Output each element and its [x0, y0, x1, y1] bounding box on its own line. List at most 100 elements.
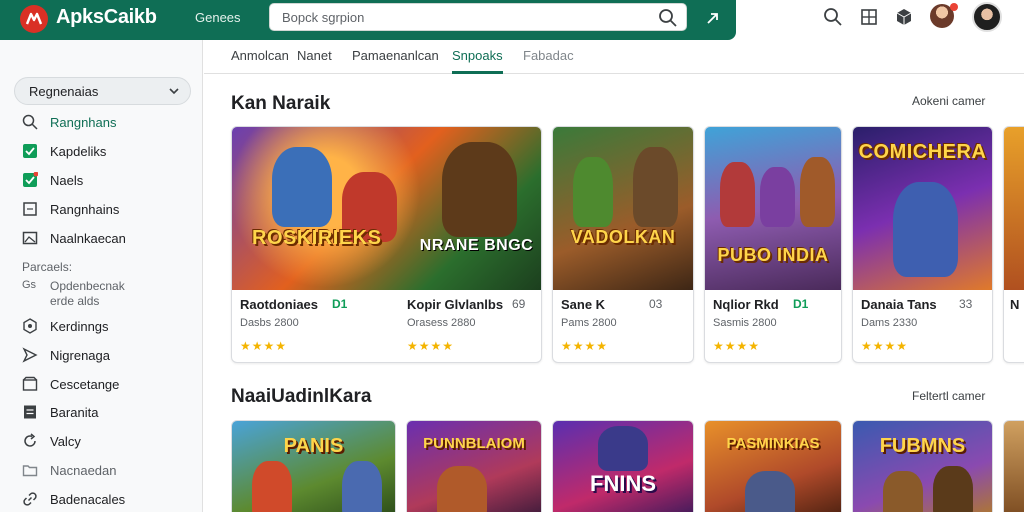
game-count: 33 — [959, 297, 973, 311]
sidebar-item-4[interactable]: Naalnkaecan — [22, 227, 126, 249]
sidebar-item-label: Valcy — [50, 433, 81, 449]
game-card[interactable]: FUBMNS — [852, 420, 993, 512]
game-card[interactable]: ROSKIRIEKS NRANE BNGC Raotdoniaes D1 Das… — [231, 126, 542, 363]
rating-stars: ★★★★ — [240, 339, 288, 353]
game-art — [1004, 127, 1024, 290]
game-card[interactable]: COMICHERA Danaia Tans 33 Dams 2330 ★★★★ — [852, 126, 993, 363]
box-icon — [22, 376, 38, 391]
search-input[interactable] — [282, 7, 652, 27]
sidebar-item-refresh[interactable]: Valcy — [22, 430, 81, 452]
search-icon[interactable] — [823, 7, 843, 27]
game-subtitle: Pams 2800 — [561, 317, 617, 329]
category-select[interactable]: Regnenaias — [14, 77, 191, 105]
game-art-title: PUNNBLAIOM — [423, 435, 525, 452]
game-card[interactable]: FNINS — [552, 420, 694, 512]
game-name: Raotdoniaes — [240, 297, 319, 312]
sidebar-item-label: Cescetange — [50, 376, 120, 392]
sidebar-item-label: Kerdinngs — [50, 318, 109, 334]
app-logo-icon[interactable] — [20, 5, 48, 33]
profile-avatar[interactable] — [972, 2, 1002, 32]
game-badge: D1 — [332, 297, 348, 311]
rating-stars: ★★★★ — [861, 339, 909, 353]
check-box-icon — [23, 144, 37, 158]
rating-stars: ★★★★ — [407, 339, 455, 353]
link-icon — [23, 492, 37, 506]
sidebar-item-label: Nacnaedan — [50, 462, 117, 478]
rating-stars: ★★★★ — [561, 339, 609, 353]
game-name: Danaia Tans — [861, 297, 937, 312]
game-name: Nqlior Rkd — [713, 297, 779, 312]
tab-0[interactable]: Anmolcan — [231, 48, 289, 74]
game-name: N — [1010, 297, 1020, 312]
game-card[interactable]: PASMINKIAS — [704, 420, 842, 512]
sidebar-item-doc[interactable]: Baranita — [22, 401, 98, 423]
sidebar-item-label: Rangnhans — [50, 114, 117, 130]
game-art-title: PANIS — [283, 435, 344, 457]
tab-2[interactable]: Pamaenanlcan — [352, 48, 439, 74]
notification-badge — [950, 3, 958, 11]
section-title: Kan Naraik — [231, 93, 331, 114]
search-bar — [269, 3, 687, 31]
square-icon — [23, 202, 37, 216]
sidebar-item-settings[interactable]: Kerdinngs — [22, 315, 109, 337]
game-art-title: PASMINKIAS — [726, 435, 820, 452]
sidebar-item-link[interactable]: Badenacales — [22, 488, 125, 510]
tab-1[interactable]: Nanet — [297, 48, 332, 74]
game-art: VADOLKAN — [553, 127, 693, 290]
game-card[interactable]: PANIS — [231, 420, 396, 512]
see-more-link[interactable]: Feltertl camer — [912, 389, 985, 403]
game-subtitle: Dasbs 2800 — [240, 317, 299, 329]
sidebar-item-send[interactable]: Nigrenaga — [22, 344, 110, 366]
game-card[interactable]: PUBO INDIA Nqlior Rkd D1 Sasmis 2800 ★★★… — [704, 126, 842, 363]
see-more-link[interactable]: Aokeni camer — [912, 94, 985, 108]
search-icon[interactable] — [658, 8, 678, 28]
header-games-link[interactable]: Genees — [195, 10, 241, 25]
game-art-title: FNINS — [590, 471, 656, 496]
game-name: Kopir Glvlanlbs — [407, 297, 504, 312]
game-card-partial[interactable] — [1003, 420, 1024, 512]
tab-4[interactable]: Fabadac — [523, 48, 574, 74]
sidebar-section-line: erde alds — [50, 294, 100, 308]
refresh-icon — [24, 433, 36, 447]
sidebar-item-label: Naels — [50, 172, 84, 188]
game-badge: D1 — [793, 297, 809, 311]
game-card-partial[interactable]: N — [1003, 126, 1024, 363]
game-art-subtitle: NRANE BNGC — [419, 237, 534, 254]
doc-icon — [24, 405, 36, 419]
chevron-down-icon — [169, 88, 179, 95]
category-select-label: Regnenaias — [29, 84, 99, 99]
sidebar-section-line: Opdenbecnak — [50, 279, 125, 293]
game-count: 03 — [649, 297, 663, 311]
game-art: ROSKIRIEKS NRANE BNGC — [232, 127, 541, 290]
sidebar-item-label: Kapdeliks — [50, 143, 107, 159]
check-box-icon — [23, 172, 38, 187]
game-art-title: COMICHERA — [858, 141, 987, 163]
sidebar-item-1[interactable]: Kapdeliks — [22, 140, 106, 162]
collapse-icon[interactable] — [703, 8, 723, 28]
sidebar-item-label: Naalnkaecan — [50, 230, 126, 246]
game-card[interactable]: VADOLKAN Sane K 03 Pams 2800 ★★★★ — [552, 126, 694, 363]
game-art: COMICHERA — [853, 127, 992, 290]
game-subtitle: Sasmis 2800 — [713, 317, 777, 329]
sidebar: Regnenaias Rangnhans Kapdeliks Naels Ran… — [0, 40, 203, 512]
tab-3[interactable]: Snpoaks — [452, 48, 503, 74]
sidebar-item-3[interactable]: Rangnhains — [22, 198, 119, 220]
folder-icon — [22, 465, 38, 477]
cube-icon[interactable] — [894, 7, 914, 27]
tab-bar: Anmolcan Nanet Pamaenanlcan Snpoaks Faba… — [204, 40, 1024, 74]
app-brand[interactable]: ApksCaikb — [56, 6, 157, 29]
grid-icon[interactable] — [859, 7, 879, 27]
sidebar-item-label: Baranita — [50, 404, 99, 420]
sidebar-item-box[interactable]: Cescetange — [22, 373, 119, 395]
game-art-title: PUBO INDIA — [717, 245, 829, 265]
sidebar-item-0[interactable]: Rangnhans — [22, 111, 117, 133]
sidebar-section-title: Parcaels: — [22, 260, 73, 274]
sidebar-item-folder[interactable]: Nacnaedan — [22, 459, 117, 481]
game-name: Sane K — [561, 297, 606, 312]
game-subtitle: Dams 2330 — [861, 317, 918, 329]
game-card[interactable]: PUNNBLAIOM — [406, 420, 542, 512]
sidebar-item-2[interactable]: Naels — [22, 169, 83, 191]
settings-icon — [23, 318, 37, 334]
sidebar-section-prefix: Gs — [22, 279, 37, 291]
game-art: PUBO INDIA — [705, 127, 841, 290]
